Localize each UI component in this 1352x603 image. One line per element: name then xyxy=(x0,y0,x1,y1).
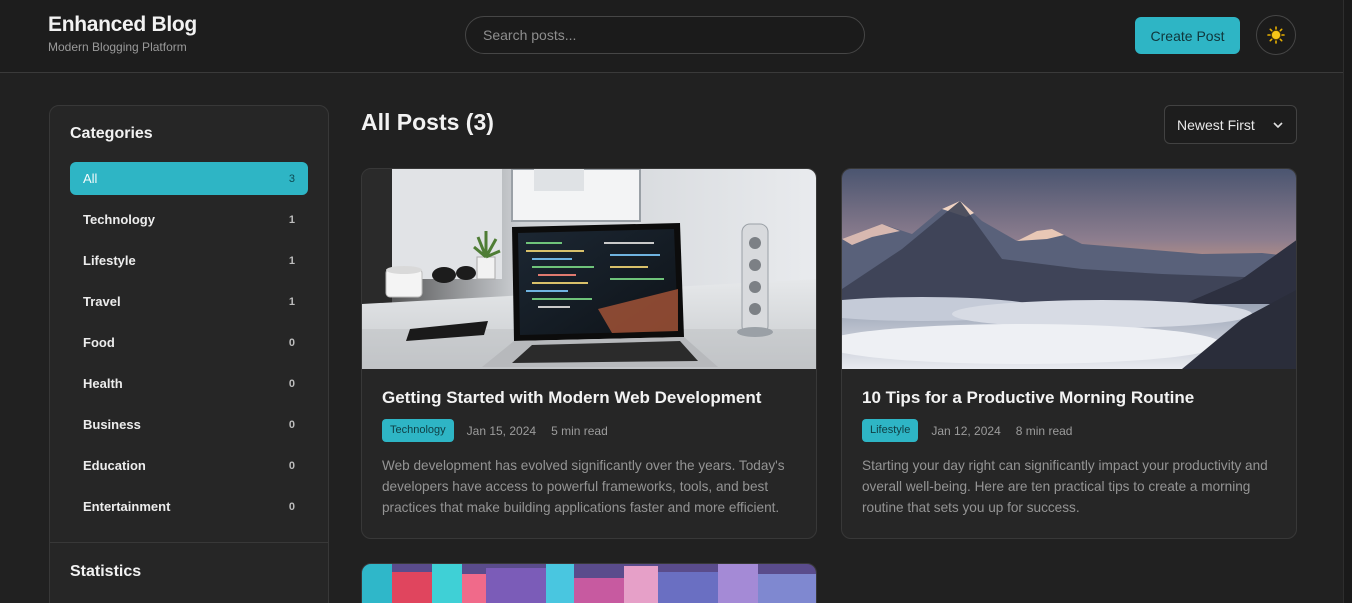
sun-icon xyxy=(1267,26,1285,44)
category-label: All xyxy=(83,171,98,186)
category-count: 0 xyxy=(288,377,295,390)
read-time: 5 min read xyxy=(551,423,608,438)
post-image-city xyxy=(362,564,816,603)
category-item-all[interactable]: All 3 xyxy=(70,162,308,195)
page-title: All Posts (3) xyxy=(361,109,494,135)
post-excerpt: Web development has evolved significantl… xyxy=(382,458,785,515)
category-label: Food xyxy=(83,335,115,350)
category-item-travel[interactable]: Travel 1 xyxy=(70,285,308,318)
category-label: Health xyxy=(83,376,123,391)
brand-subtitle: Modern Blogging Platform xyxy=(48,40,187,54)
category-label: Lifestyle xyxy=(83,253,136,268)
page-scrollbar[interactable] xyxy=(1343,0,1352,603)
sidebar: Categories All 3 Technology 1 Lifestyle … xyxy=(49,105,329,603)
category-label: Education xyxy=(83,458,146,473)
brand-title[interactable]: Enhanced Blog xyxy=(48,13,197,37)
category-count: 0 xyxy=(288,418,295,431)
post-image-mountains xyxy=(842,169,1296,369)
category-count: 3 xyxy=(288,172,295,185)
category-label: Entertainment xyxy=(83,499,171,514)
category-item-health[interactable]: Health 0 xyxy=(70,367,308,400)
sort-selected-value: Newest First xyxy=(1177,116,1255,133)
post-title[interactable]: Getting Started with Modern Web Developm… xyxy=(382,388,761,408)
post-card[interactable]: 10 Tips for a Productive Morning Routine… xyxy=(841,168,1297,539)
categories-heading: Categories xyxy=(70,125,153,142)
category-count: 1 xyxy=(288,213,295,226)
top-header: Enhanced Blog Modern Blogging Platform C… xyxy=(0,0,1343,73)
category-count: 1 xyxy=(288,295,295,308)
post-meta: Technology Jan 15, 2024 5 min read xyxy=(382,419,608,442)
post-title[interactable]: 10 Tips for a Productive Morning Routine xyxy=(862,388,1194,408)
category-label: Technology xyxy=(83,212,155,227)
sort-select[interactable]: Newest First xyxy=(1164,105,1297,144)
category-item-business[interactable]: Business 0 xyxy=(70,408,308,441)
chevron-down-icon xyxy=(1273,122,1283,129)
category-item-education[interactable]: Education 0 xyxy=(70,449,308,482)
read-time: 8 min read xyxy=(1015,423,1073,438)
category-label: Business xyxy=(83,417,141,432)
category-count: 1 xyxy=(288,254,295,267)
category-count: 0 xyxy=(288,459,295,472)
sidebar-divider xyxy=(50,542,328,543)
category-item-food[interactable]: Food 0 xyxy=(70,326,308,359)
category-count: 0 xyxy=(288,336,295,349)
post-date: Jan 12, 2024 xyxy=(931,423,1001,438)
category-item-entertainment[interactable]: Entertainment 0 xyxy=(70,490,308,523)
category-tag[interactable]: Lifestyle xyxy=(862,419,919,442)
category-count: 0 xyxy=(288,500,295,513)
search-input[interactable] xyxy=(465,16,865,54)
post-card[interactable]: Getting Started with Modern Web Developm… xyxy=(361,168,817,539)
post-card[interactable] xyxy=(361,563,817,603)
theme-toggle-button[interactable] xyxy=(1256,15,1296,55)
category-list: All 3 Technology 1 Lifestyle 1 Travel 1 … xyxy=(70,162,308,531)
create-post-button[interactable]: Create Post xyxy=(1135,17,1240,54)
post-image-laptop xyxy=(362,169,816,369)
post-excerpt: Starting your day right can significantl… xyxy=(862,458,1268,515)
category-item-technology[interactable]: Technology 1 xyxy=(70,203,308,236)
category-tag[interactable]: Technology xyxy=(382,419,454,442)
category-label: Travel xyxy=(83,294,121,309)
statistics-heading: Statistics xyxy=(70,563,142,580)
post-date: Jan 15, 2024 xyxy=(466,423,537,438)
post-meta: Lifestyle Jan 12, 2024 8 min read xyxy=(862,419,1072,442)
category-item-lifestyle[interactable]: Lifestyle 1 xyxy=(70,244,308,277)
